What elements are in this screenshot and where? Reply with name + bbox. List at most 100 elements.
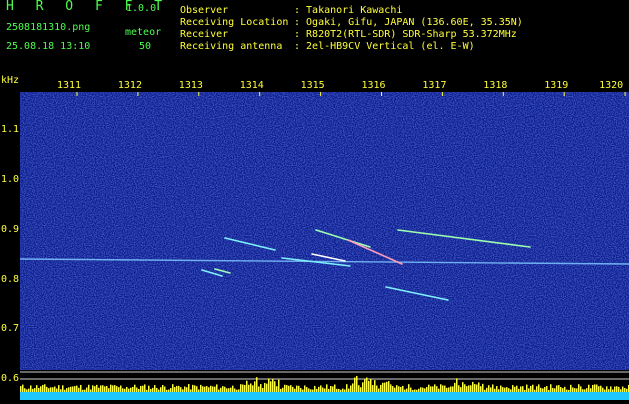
spectrum-bar [332, 386, 334, 392]
spectrum-bar [222, 386, 224, 392]
spectrum-bar [600, 385, 602, 392]
spectrum-bar [226, 388, 228, 392]
spectrum-bar [184, 386, 186, 392]
spectrum-bar [316, 388, 318, 392]
x-tick-label: 1313 [178, 80, 203, 91]
spectrum-bar [136, 387, 138, 392]
location-value: : Ogaki, Gifu, JAPAN (136.60E, 35.35N) [294, 17, 523, 28]
spectrum-bar [340, 389, 342, 392]
spectrum-bar [452, 386, 454, 392]
spectrum-bar [266, 383, 268, 392]
spectrum-bar [44, 384, 46, 392]
spectrum-bar [48, 388, 50, 392]
spectrum-bar [430, 386, 432, 392]
spectrum-bar [178, 385, 180, 392]
spectrum-bar [536, 386, 538, 392]
spectrum-bar [570, 384, 572, 392]
spectrum-bar [470, 385, 472, 392]
spectrum-bar [414, 389, 416, 392]
spectrum-bar [252, 385, 254, 392]
spectrum-bar [210, 385, 212, 392]
spectrum-bar [484, 389, 486, 392]
spectrum-bar [58, 385, 60, 392]
spectrum-bar [232, 385, 234, 392]
spectrum-bar [244, 384, 246, 392]
spectrum-bar [542, 388, 544, 392]
spectrum-bar [312, 389, 314, 392]
spectrum-bar [270, 381, 272, 392]
spectrum-bar [552, 387, 554, 392]
spectrum-bar [568, 389, 570, 392]
spectrum-bar [480, 386, 482, 392]
spectrum-bar [204, 386, 206, 392]
waterfall-noise [20, 92, 629, 370]
spectrum-bar [500, 385, 502, 392]
spectrum-bar [228, 388, 230, 392]
spectrum-bar [102, 385, 104, 392]
spectrum-bar [464, 384, 466, 392]
spectrum-bar [170, 388, 172, 392]
y-tick-label: 0.8 [1, 274, 20, 285]
spectrum-bar [478, 382, 480, 392]
spectrum-bar [262, 387, 264, 392]
spectrum-bar [574, 388, 576, 392]
app-version: 1.0.0 [126, 3, 157, 14]
spectrum-bar [510, 389, 512, 392]
spectrum-bar [238, 389, 240, 392]
spectrum-bar [118, 387, 120, 392]
datetime-label: 25.08.18 13:10 [6, 41, 91, 52]
spectrum-bar [456, 378, 458, 392]
spectrum-bar [522, 386, 524, 392]
spectrum-bar [366, 377, 368, 392]
spectrum-bar [540, 387, 542, 392]
spectrum-bar [422, 387, 424, 392]
spectrum-bar [242, 384, 244, 392]
spectrum-bar [388, 381, 390, 392]
spectrum-bar [328, 388, 330, 392]
spectrum-bar [392, 386, 394, 392]
spectrum-bar [578, 384, 580, 392]
spectrum-bar [132, 386, 134, 392]
spectrum-bar [108, 388, 110, 392]
spectrum-bar [190, 389, 192, 392]
spectrum-bar [494, 388, 496, 392]
x-tick-label: 1312 [117, 80, 142, 91]
spectrum-bar [218, 389, 220, 392]
spectrum-bar [64, 389, 66, 392]
spectrum-bar [52, 387, 54, 392]
spectrum-bar [544, 387, 546, 392]
spectrum-bar [370, 378, 372, 392]
spectrum-bar [506, 387, 508, 392]
spectrum-bar [526, 384, 528, 392]
spectrum-bar [624, 387, 626, 392]
spectrum-bar [496, 386, 498, 392]
spectrum-bar [418, 388, 420, 392]
spectrum-bar [612, 389, 614, 392]
spectrum-bar [278, 379, 280, 392]
y-axis-panel [0, 74, 20, 400]
spectrum-bar [302, 389, 304, 392]
spectrum-bar [602, 387, 604, 392]
spectrum-bar [176, 385, 178, 392]
spectrum-bar [62, 385, 64, 392]
antenna-label: Receiving antenna [180, 41, 283, 52]
spectrum-bar [532, 384, 534, 392]
spectrum-bar [186, 387, 188, 392]
spectrum-bar [348, 388, 350, 392]
spectrum-bar [594, 384, 596, 392]
spectrum-bar [352, 383, 354, 392]
x-tick-label: 1311 [57, 80, 82, 91]
spectrum-bar [196, 386, 198, 392]
spectrum-bar [376, 385, 378, 392]
y-tick-label: 1.1 [1, 124, 20, 135]
spectrum-bar [336, 388, 338, 392]
spectrum-bar [256, 377, 258, 392]
spectrum-bar [344, 389, 346, 392]
spectrum-bar [608, 389, 610, 392]
spectrum-bar [350, 385, 352, 392]
spectrum-bar [482, 383, 484, 392]
spectrum-bar [556, 385, 558, 392]
spectrum-bar [66, 388, 68, 392]
spectrum-bar [488, 385, 490, 392]
spectrum-bar [596, 384, 598, 392]
